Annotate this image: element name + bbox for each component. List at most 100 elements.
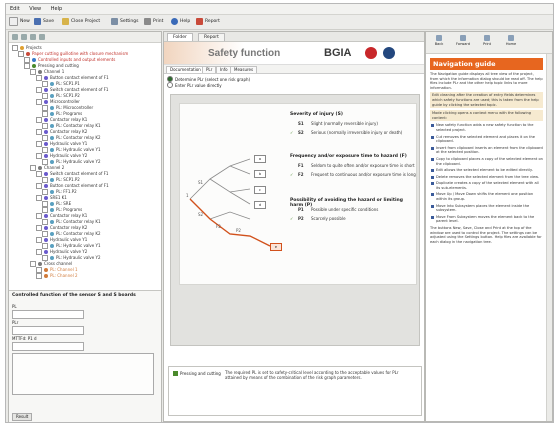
graph-branch [189,158,251,200]
back-arrow-icon [436,35,442,41]
graph-s2-label: S2 [198,212,204,217]
help-icon [171,18,178,25]
help-list-item: New safety function adds a new safety fu… [431,123,543,132]
status-message: The required PL is set to safety-critica… [225,370,399,380]
node-type-icon [20,45,24,50]
mttfd-field-label: MTTFd: P1 d [12,336,37,341]
pl-level-a: a [254,155,266,163]
help-toolbar: Back Forward Print Home [426,32,552,54]
pl-level-d: d [254,201,266,209]
radio-enter-plr[interactable]: Enter PLr value directly [167,82,250,88]
close-project-button[interactable]: Close Project [62,17,100,26]
pl-level-c: c [254,186,266,194]
menu-help[interactable]: Help [47,4,66,12]
node-type-icon [44,87,48,92]
save-icon [34,18,41,25]
seal-logo-icon [383,47,395,59]
check-icon: ✓ [290,172,294,177]
node-type-icon [44,183,48,188]
help-title: Navigation guide [430,58,543,70]
node-type-icon [38,165,42,170]
graph-start-label: 1 [186,193,189,198]
pl-level-b: b [254,170,266,178]
frequency-option-f2[interactable]: ✓ F2 Frequent to continuous and/or exposur… [290,172,416,177]
help-footer: The buttons New, Save, Close and Print a… [430,226,542,244]
save-button[interactable]: Save [34,17,54,26]
avoidance-option-p1[interactable]: P1 Possible under specific conditions [290,207,378,212]
safety-function-subtabs: Documentation PLr Info Measures [164,65,424,74]
new-element-icon[interactable] [30,34,36,40]
check-icon: ✓ [290,130,294,135]
node-type-icon [44,195,48,200]
delete-icon[interactable] [39,34,45,40]
expand-toggle-icon[interactable] [36,272,42,279]
node-type-icon [44,129,48,134]
mttfd-field[interactable] [12,342,84,351]
node-type-icon [50,201,54,206]
graph-branch [229,191,251,205]
menu-edit[interactable]: Edit [6,4,24,12]
result-tab[interactable]: Result [12,413,33,421]
menu-view[interactable]: View [25,4,45,12]
pl-level-e: e [270,243,282,251]
help-print-button[interactable]: Print [476,35,498,46]
new-icon [9,17,18,26]
pl-field-label: PL [12,304,17,309]
graph-p2-label: P2 [236,228,241,233]
help-back-button[interactable]: Back [428,35,450,46]
node-type-icon [50,93,54,98]
severity-option-s1[interactable]: S1 Slight (normally reversible injury) [290,121,378,126]
plr-field[interactable] [12,326,84,335]
node-type-icon [44,141,48,146]
pl-field-row: PL [12,303,17,310]
help-scrollbar[interactable] [546,54,552,421]
avoidance-option-p2[interactable]: ✓ P2 Scarcely possible [290,216,346,221]
radio-determine-plr[interactable]: Determine PLr (select one risk graph) [167,76,250,82]
node-type-icon [38,261,42,266]
plr-mode-options: Determine PLr (select one risk graph) En… [167,76,250,88]
check-icon: ✓ [290,216,294,221]
home-icon [508,35,514,41]
graph-branch [209,178,251,193]
severity-option-s2[interactable]: ✓ S2 Serious (normally irreversible injury… [290,130,402,135]
subtab-measures[interactable]: Measures [230,66,258,73]
document-tabs: Folder Report [164,32,424,42]
report-icon [196,18,203,25]
frequency-title: Frequency and/or exposure time to hazard… [290,154,407,159]
help-home-button[interactable]: Home [500,35,522,46]
menu-bar: Edit View Help [6,4,553,15]
pl-field[interactable] [12,310,84,319]
help-pane: Back Forward Print Home Navigation guide… [425,31,553,422]
frequency-option-f1[interactable]: F1 Seldom to quite often and/or exposure … [290,163,415,168]
help-forward-button[interactable]: Forward [452,35,474,46]
expand-icon[interactable] [21,34,27,40]
print-button[interactable]: Print [144,17,163,26]
node-type-icon [50,135,54,140]
help-paragraph-highlight: Edit cleaning after the creation of entr… [430,92,543,109]
help-list-item: Duplicate creates a copy of the selected… [431,181,543,190]
mttfd-field-row: MTTFd: P1 d [12,335,37,342]
institute-logo-icon [365,47,377,59]
new-button[interactable]: New [9,17,30,26]
node-type-icon [44,75,48,80]
safety-function-banner: Safety function BGIA [164,42,424,65]
node-type-icon [50,105,54,110]
printer-icon [144,18,151,25]
node-type-icon [44,249,48,254]
tab-folder[interactable]: Folder [167,33,193,41]
help-item-list: New safety function adds a new safety fu… [426,123,547,224]
node-type-icon [32,63,36,68]
node-type-icon [44,225,48,230]
node-type-icon [44,267,48,272]
plr-field-label: PLr [12,320,19,325]
collapse-icon[interactable] [12,34,18,40]
help-paragraph: The Navigation guide displays all tree v… [430,72,543,90]
tab-report[interactable]: Report [198,33,225,41]
subtab-documentation[interactable]: Documentation [166,66,205,73]
help-button[interactable]: Help [171,17,190,26]
report-button[interactable]: Report [196,17,220,26]
graph-s1-label: S1 [198,180,204,185]
subtab-plr[interactable]: PLr [202,66,217,73]
settings-button[interactable]: Settings [111,17,138,26]
tree-item[interactable]: PL: Channel 2 [36,272,78,279]
